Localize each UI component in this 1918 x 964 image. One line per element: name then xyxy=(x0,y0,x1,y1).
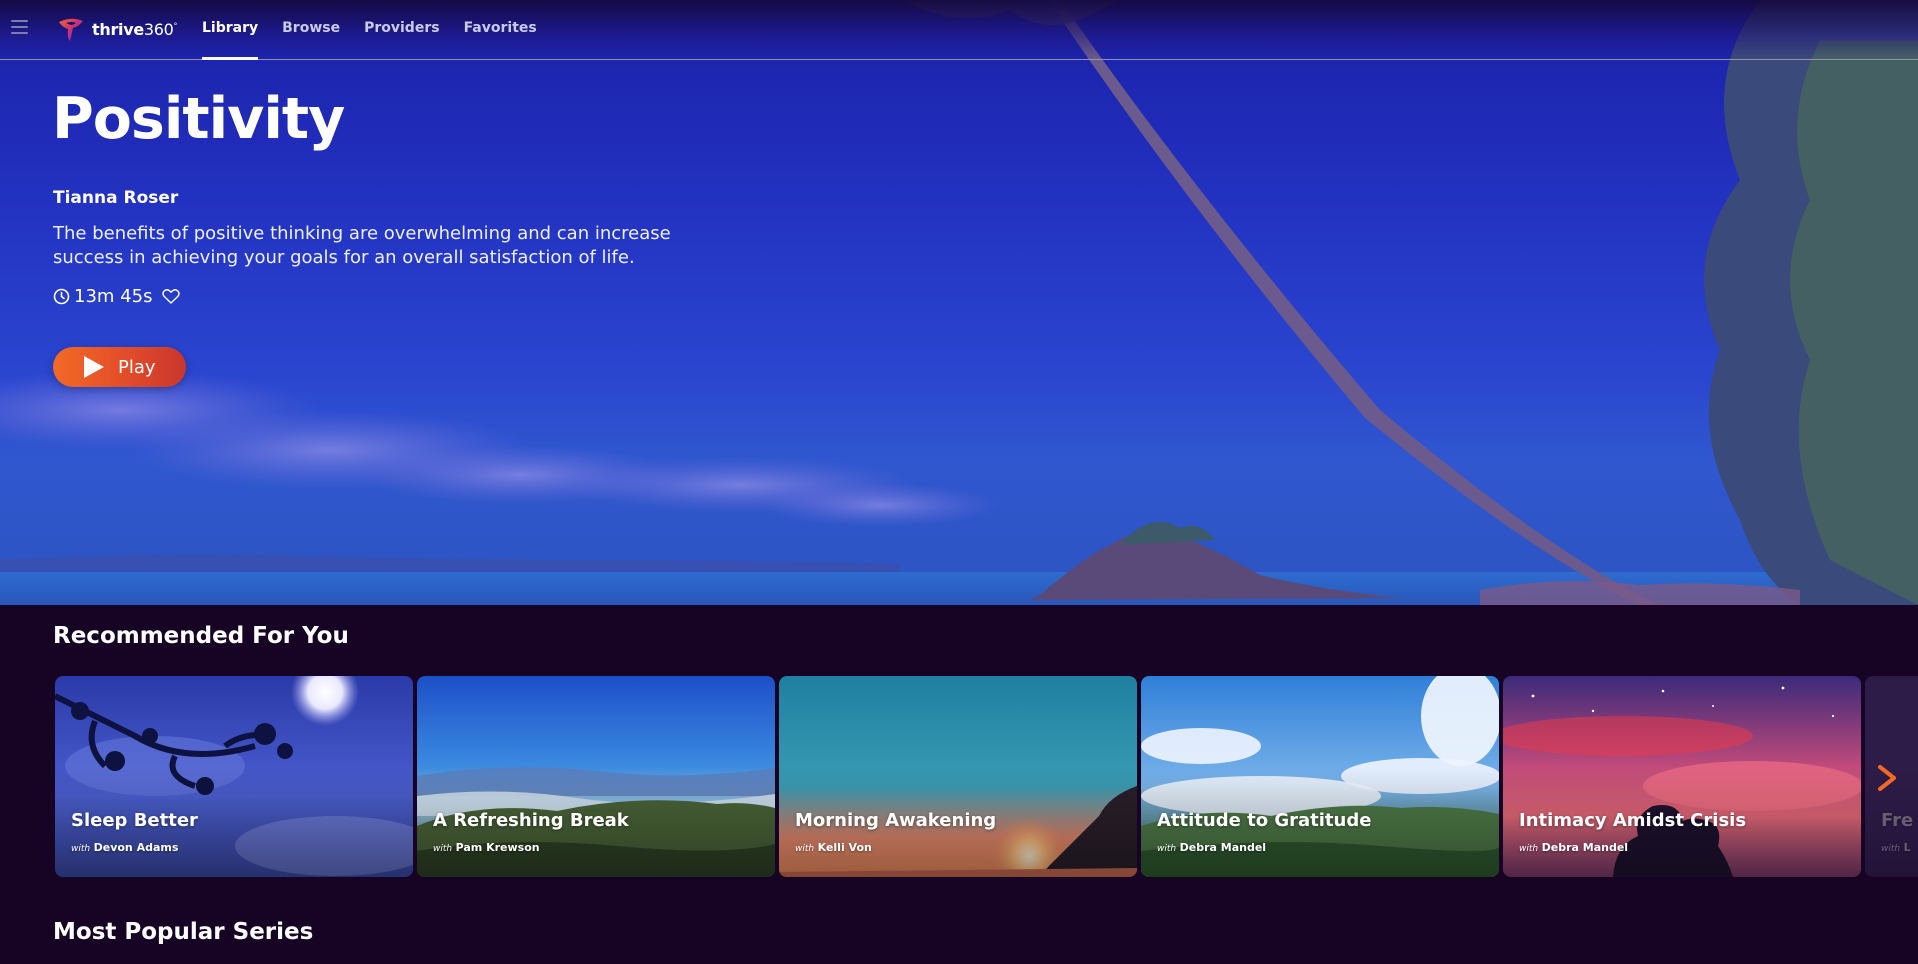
card-author: with Kelli Von xyxy=(795,841,872,854)
hamburger-menu-icon[interactable] xyxy=(11,20,28,34)
card-title: Attitude to Gratitude xyxy=(1157,810,1372,831)
popular-section-title: Most Popular Series xyxy=(53,919,314,945)
nav-link-providers[interactable]: Providers xyxy=(364,0,439,60)
card-title: Sleep Better xyxy=(71,810,198,831)
brand-name: thrive360° xyxy=(92,19,178,39)
hero-author[interactable]: Tianna Roser xyxy=(53,188,178,208)
content-card[interactable]: Sleep Better with Devon Adams xyxy=(55,676,413,877)
heart-icon[interactable] xyxy=(162,288,181,305)
play-button[interactable]: Play xyxy=(53,347,186,387)
thrive360-logo-icon xyxy=(59,18,83,41)
clock-icon xyxy=(53,288,70,305)
brand-logo[interactable]: thrive360° xyxy=(56,14,178,44)
card-title: Intimacy Amidst Crisis xyxy=(1519,810,1747,831)
hero-title: Positivity xyxy=(52,86,345,152)
nav-links: Library Browse Providers Favorites xyxy=(202,0,561,60)
card-author: with Pam Krewson xyxy=(433,841,540,854)
nav-link-library[interactable]: Library xyxy=(202,0,259,60)
content-card[interactable]: A Refreshing Break with Pam Krewson xyxy=(417,676,775,877)
card-author: with Debra Mandel xyxy=(1157,841,1267,854)
chevron-right-icon[interactable] xyxy=(1876,764,1898,792)
card-title: Morning Awakening xyxy=(795,810,997,831)
hero-meta: 13m 45s xyxy=(53,286,181,307)
top-navigation: thrive360° Library Browse Providers Favo… xyxy=(0,0,1918,60)
card-author: with L xyxy=(1881,841,1911,854)
content-card[interactable]: Morning Awakening with Kelli Von xyxy=(779,676,1137,877)
recommended-carousel: Sleep Better with Devon Adams A Refreshi… xyxy=(55,676,1918,877)
recommended-section-title: Recommended For You xyxy=(53,623,349,649)
play-button-label: Play xyxy=(118,356,156,378)
play-icon xyxy=(84,356,104,378)
nav-link-browse[interactable]: Browse xyxy=(282,0,340,60)
nav-link-favorites[interactable]: Favorites xyxy=(464,0,537,60)
card-author: with Devon Adams xyxy=(71,841,179,854)
hero-banner: thrive360° Library Browse Providers Favo… xyxy=(0,0,1918,605)
card-title: Fre xyxy=(1881,810,1914,831)
content-card[interactable]: Intimacy Amidst Crisis with Debra Mandel xyxy=(1503,676,1861,877)
content-card[interactable]: Attitude to Gratitude with Debra Mandel xyxy=(1141,676,1499,877)
card-author: with Debra Mandel xyxy=(1519,841,1629,854)
hero-duration: 13m 45s xyxy=(74,286,153,307)
card-title: A Refreshing Break xyxy=(433,810,629,831)
hero-description: The benefits of positive thinking are ov… xyxy=(53,223,671,268)
